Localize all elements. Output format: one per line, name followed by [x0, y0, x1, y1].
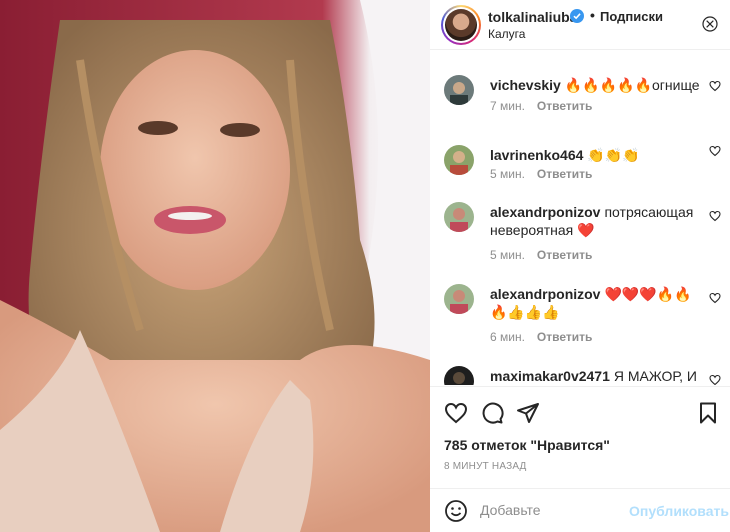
commenter-avatar[interactable] — [444, 145, 474, 175]
portrait-image — [0, 0, 430, 532]
comment-text: 👏👏👏 — [587, 147, 640, 163]
follow-button[interactable]: Подписки — [600, 9, 663, 24]
reply-button[interactable]: Ответить — [537, 330, 592, 344]
author-avatar[interactable] — [441, 5, 481, 45]
commenter-avatar[interactable] — [444, 284, 474, 314]
post-timestamp: 8 МИНУТ НАЗАД — [444, 461, 527, 472]
comment-time: 6 мин. — [490, 330, 525, 344]
publish-button[interactable]: Опубликовать — [629, 503, 729, 519]
likes-count[interactable]: 785 отметок "Нравится" — [444, 437, 610, 453]
comment-username[interactable]: alexandrponizov — [490, 286, 600, 302]
post-panel: tolkalinaliuba • Подписки Калуга vichevs… — [430, 0, 730, 532]
post-header: tolkalinaliuba • Подписки Калуга — [430, 0, 730, 50]
comment-time: 5 мин. — [490, 248, 525, 262]
more-dots-icon[interactable] — [702, 16, 718, 32]
post-actions-bar — [430, 386, 730, 434]
comment-like-icon[interactable] — [709, 374, 721, 385]
heart-icon[interactable] — [444, 401, 468, 425]
post-location[interactable]: Калуга — [488, 27, 525, 41]
commenter-avatar[interactable] — [444, 75, 474, 105]
comment-username[interactable]: lavrinenko464 — [490, 147, 583, 163]
add-comment-row: Опубликовать — [430, 488, 730, 532]
comment-text: Я МАЖОР, И — [613, 368, 697, 384]
comment-time: 5 мин. — [490, 167, 525, 181]
reply-button[interactable]: Ответить — [537, 248, 592, 262]
author-username[interactable]: tolkalinaliuba — [488, 9, 577, 25]
reply-button[interactable]: Ответить — [537, 99, 592, 113]
comment-icon[interactable] — [480, 401, 504, 425]
comment-username[interactable]: maximakar0v2471 — [490, 368, 610, 384]
paper-plane-icon[interactable] — [516, 401, 540, 425]
comment-like-icon[interactable] — [709, 80, 721, 92]
reply-button[interactable]: Ответить — [537, 167, 592, 181]
comment-like-icon[interactable] — [709, 210, 721, 222]
comment-like-icon[interactable] — [709, 292, 721, 304]
comments-list[interactable]: vichevskiy 🔥🔥🔥🔥🔥огнище 7 мин. Ответить lav… — [430, 51, 730, 385]
comment-like-icon[interactable] — [709, 145, 721, 157]
comment-username[interactable]: alexandrponizov — [490, 204, 600, 220]
post-photo[interactable] — [0, 0, 430, 532]
bookmark-icon[interactable] — [696, 401, 720, 425]
comment-time: 7 мин. — [490, 99, 525, 113]
comment-username[interactable]: vichevskiy — [490, 77, 561, 93]
comment-text: 🔥🔥🔥🔥🔥огнище — [564, 77, 700, 93]
smiley-icon[interactable] — [444, 499, 468, 523]
commenter-avatar[interactable] — [444, 366, 474, 385]
separator-dot: • — [590, 7, 595, 23]
verified-badge-icon — [570, 9, 584, 23]
commenter-avatar[interactable] — [444, 202, 474, 232]
